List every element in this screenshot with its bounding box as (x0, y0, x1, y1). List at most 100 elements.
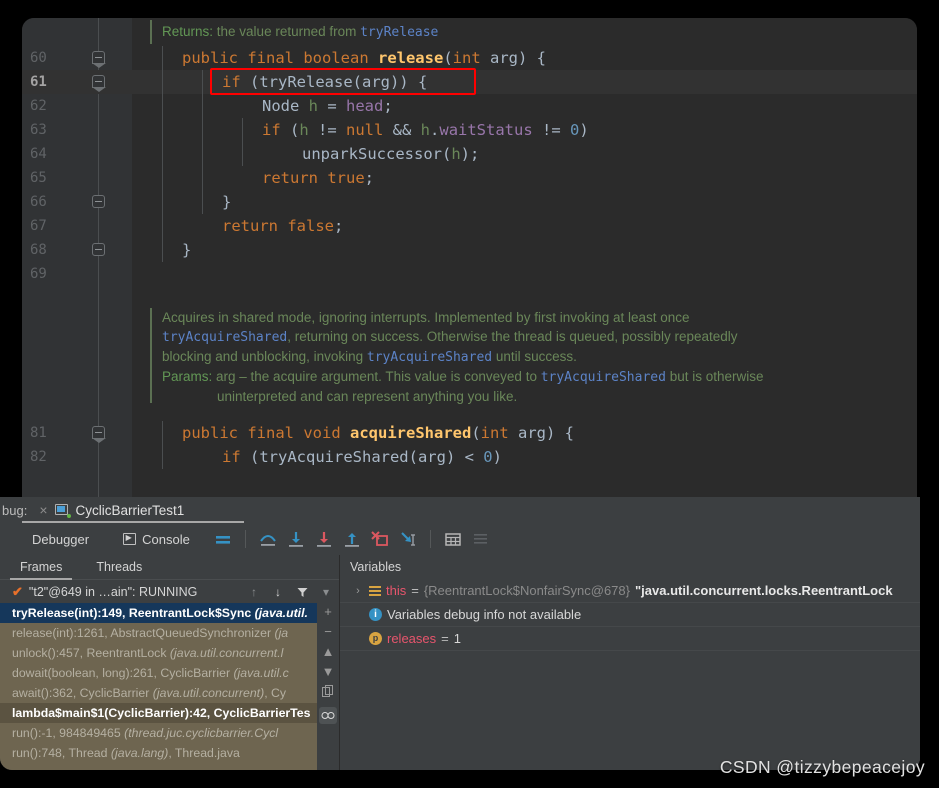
code-token: h (451, 145, 461, 163)
frame-row[interactable]: unlock():457, ReentrantLock (java.util.c… (0, 643, 317, 663)
thread-running-check-icon: ✔ (12, 583, 23, 599)
code-token: (tryAcquireShared(arg) < (250, 448, 484, 466)
frames-pane[interactable]: Frames Threads ✔ "t2"@649 in …ain": RUNN… (0, 555, 340, 770)
copy-icon[interactable] (319, 685, 337, 700)
frame-row[interactable]: dowait(boolean, long):261, CyclicBarrier… (0, 663, 317, 683)
settings-icon[interactable] (470, 528, 492, 550)
fold-close-icon[interactable] (92, 243, 105, 256)
fold-open-icon[interactable] (92, 51, 106, 68)
code-token: ); (460, 145, 480, 163)
code-line: } (132, 190, 917, 214)
frame-row-text: release(int):1261, AbstractQueuedSynchro… (12, 626, 275, 640)
frame-row[interactable]: await():362, CyclicBarrier (java.util.co… (0, 683, 317, 703)
code-token: true (327, 169, 365, 187)
variable-value: 1 (453, 630, 461, 646)
mute-breakpoints-icon[interactable] (212, 528, 234, 550)
step-out-icon[interactable] (341, 528, 363, 550)
run-to-cursor-icon[interactable] (397, 528, 419, 550)
fold-open-icon[interactable] (92, 75, 106, 92)
variables-pane[interactable]: Variables › this = {ReentrantLock$Nonfair… (340, 555, 920, 770)
editor-gutter[interactable]: 60 61 62 63 64 65 66 67 68 69 81 82 (22, 18, 132, 505)
indent-guide (202, 70, 203, 214)
frame-row[interactable]: run():748, Thread (java.lang), Thread.ja… (0, 743, 317, 763)
run-configuration-name[interactable]: CyclicBarrierTest1 (76, 503, 185, 518)
code-token: arg (480, 49, 518, 67)
fold-close-icon[interactable] (92, 195, 105, 208)
indent-guide (242, 118, 243, 166)
debug-toolbar[interactable]: Debugger Console (0, 523, 920, 557)
watches-icon[interactable] (319, 707, 337, 724)
variable-value: "java.util.concurrent.locks.ReentrantLoc… (635, 582, 893, 598)
variable-row[interactable]: p releases = 1 (340, 627, 920, 651)
step-into-icon[interactable] (285, 528, 307, 550)
frame-row[interactable]: tryRelease(int):149, ReentrantLock$Sync … (0, 603, 317, 623)
tab-threads-label: Threads (96, 560, 143, 574)
close-icon[interactable]: × (39, 502, 47, 518)
frames-list[interactable]: tryRelease(int):149, ReentrantLock$Sync … (0, 603, 317, 770)
code-token: final (247, 49, 304, 67)
tab-debugger[interactable]: Debugger (22, 528, 99, 557)
tab-console-label: Console (142, 531, 190, 547)
code-token: arg (508, 424, 546, 442)
toolbar-divider (244, 530, 246, 548)
fold-open-icon[interactable] (92, 426, 106, 443)
evaluate-expression-icon[interactable] (442, 528, 464, 550)
gutter-line-number: 69 (30, 266, 47, 282)
code-token: release (377, 49, 444, 67)
run-configuration-icon (54, 503, 71, 518)
frame-row-package: (thread.juc.cyclicbarrier.Cycl (124, 726, 279, 740)
debug-tool-window[interactable]: bug: × CyclicBarrierTest1 Debugger Conso… (0, 497, 920, 770)
frames-pane-tabs[interactable]: Frames Threads (0, 555, 339, 580)
code-token: h (308, 97, 319, 115)
console-icon (123, 533, 137, 545)
frame-row[interactable]: lambda$main$1(CyclicBarrier):42, CyclicB… (0, 703, 317, 723)
debug-window-label: bug: (2, 502, 28, 518)
frame-row[interactable]: release(int):1261, AbstractQueuedSynchro… (0, 623, 317, 643)
variable-row[interactable]: i Variables debug info not available (340, 603, 920, 627)
thread-selector[interactable]: ✔ "t2"@649 in …ain": RUNNING ↑ ↓ ▾ (0, 579, 339, 603)
frame-row-text: lambda$main$1(CyclicBarrier):42, CyclicB… (12, 706, 311, 720)
code-token: ) (492, 448, 502, 466)
step-over-icon[interactable] (257, 528, 279, 550)
code-line: if (h != null && h.waitStatus != 0) (132, 118, 917, 142)
frame-row-text: await():362, CyclicBarrier (12, 686, 153, 700)
javadoc-text: until success. (492, 349, 577, 364)
tab-console[interactable]: Console (113, 528, 200, 551)
force-step-into-icon[interactable] (313, 528, 335, 550)
filter-icon[interactable] (293, 585, 311, 599)
drop-frame-icon[interactable] (369, 528, 391, 550)
variables-title: Variables (350, 560, 402, 574)
variables-list[interactable]: › this = {ReentrantLock$NonfairSync@678} … (340, 579, 920, 770)
javadoc-text: blocking and unblocking, invoking (162, 349, 367, 364)
gutter-line-number: 68 (30, 242, 47, 258)
gutter-line-number: 66 (30, 194, 47, 210)
javadoc-line: uninterpreted and can represent anything… (132, 387, 917, 406)
code-editor[interactable]: 60 61 62 63 64 65 66 67 68 69 81 82 public final bo… (22, 18, 917, 505)
indent-guide (162, 46, 163, 262)
tab-frames[interactable]: Frames (10, 558, 73, 580)
screenshot-root: 60 61 62 63 64 65 66 67 68 69 81 82 public final bo… (0, 0, 939, 788)
javadoc-params-label: Params: (162, 369, 213, 384)
tab-threads[interactable]: Threads (86, 558, 152, 576)
frame-row[interactable]: run():-1, 984849465 (thread.juc.cyclicba… (0, 723, 317, 743)
add-watch-button[interactable]: + (319, 605, 337, 618)
code-token: null (346, 121, 384, 139)
code-token: 0 (483, 448, 493, 466)
code-content[interactable]: public final boolean release(int arg) {i… (132, 18, 917, 505)
variable-row[interactable]: › this = {ReentrantLock$NonfairSync@678} … (340, 579, 920, 603)
indent-guide (162, 421, 163, 469)
frame-up-icon[interactable]: ↑ (245, 585, 263, 599)
code-token: } (222, 193, 232, 211)
expander-icon[interactable]: › (352, 579, 364, 602)
code-token: 0 (570, 121, 580, 139)
frame-down-icon[interactable]: ↓ (269, 585, 287, 599)
move-up-button[interactable]: ▲ (319, 645, 337, 658)
frames-dropdown-icon[interactable]: ▾ (317, 585, 335, 599)
variable-equals: = (441, 630, 449, 646)
move-down-button[interactable]: ▼ (319, 665, 337, 678)
code-token: if (222, 448, 250, 466)
javadoc-code-ref: tryAcquireShared (366, 350, 493, 365)
frames-sidebar[interactable]: + − ▲ ▼ (317, 603, 339, 770)
remove-watch-button[interactable]: − (319, 625, 337, 638)
